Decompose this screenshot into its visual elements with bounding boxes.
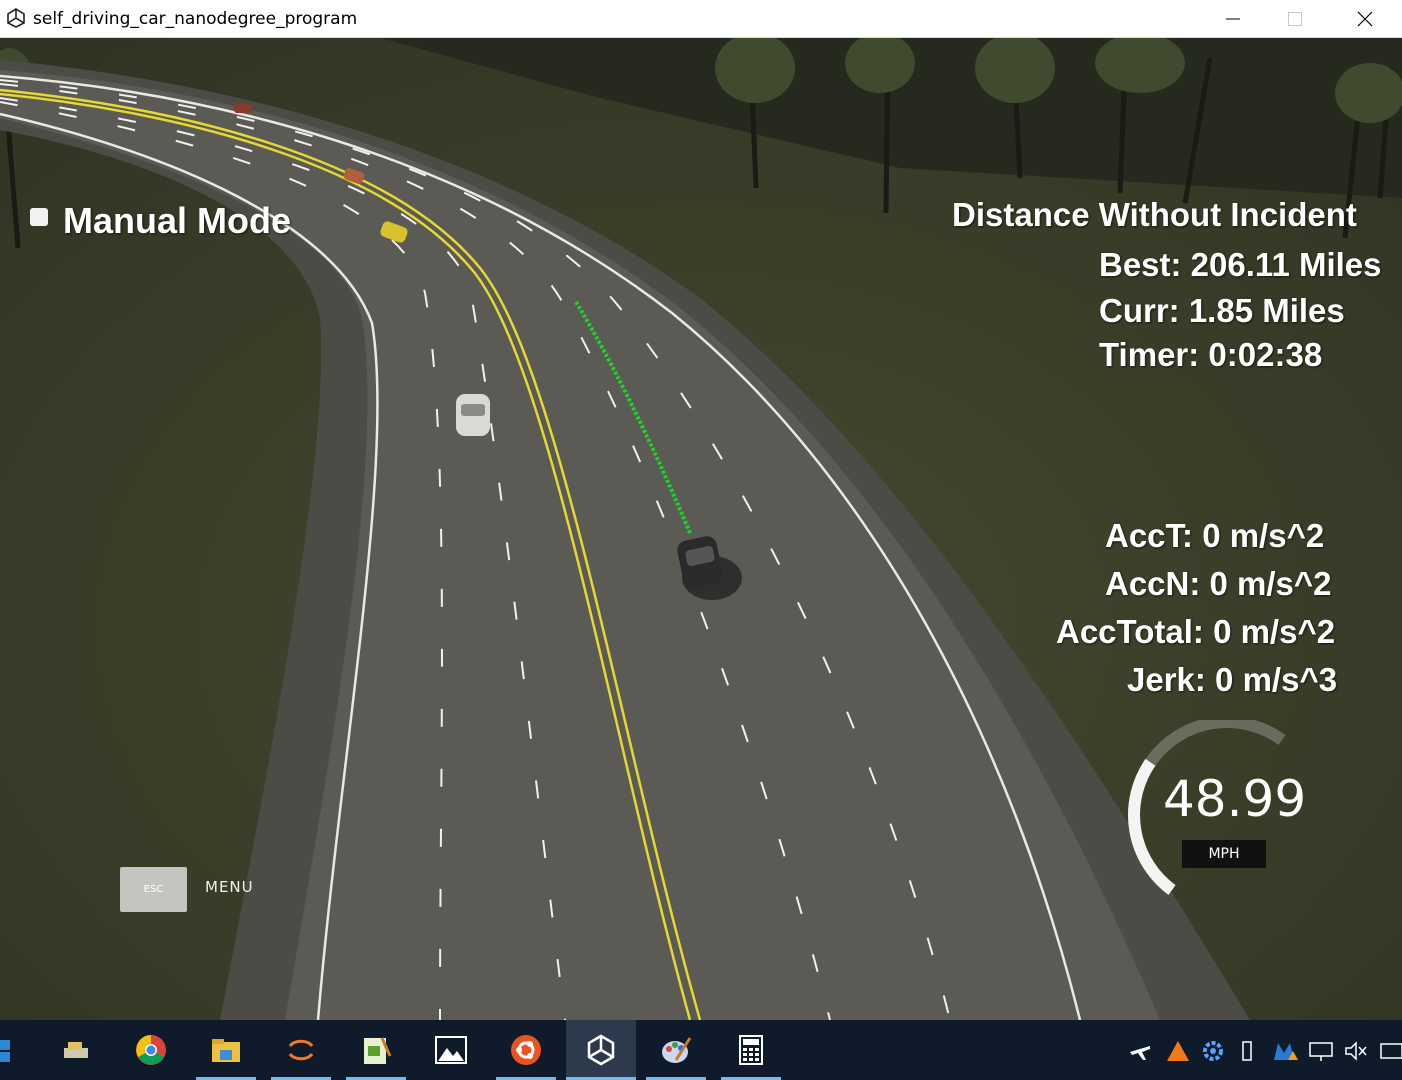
taskbar-photos[interactable] [421, 1020, 481, 1080]
jupyter-icon [288, 1039, 314, 1061]
minimize-icon [1226, 18, 1240, 20]
best-distance: Best: 206.11 Miles [1099, 246, 1382, 283]
taskbar-notepad[interactable] [346, 1020, 406, 1080]
current-distance: Curr: 1.85 Miles [1099, 292, 1345, 329]
distance-title: Distance Without Incident [952, 196, 1357, 233]
window-titlebar: self_driving_car_nanodegree_program [0, 0, 1402, 38]
taskbar-unity[interactable] [566, 1020, 636, 1080]
speed-unit: MPH [1182, 840, 1266, 868]
maximize-icon [1288, 12, 1302, 26]
windows-icon [0, 1040, 10, 1062]
malwarebytes-icon[interactable] [1272, 1040, 1298, 1062]
window-title: self_driving_car_nanodegree_program [33, 9, 358, 29]
jerk: Jerk: 0 m/s^3 [1127, 661, 1338, 698]
minimize-button[interactable] [1210, 0, 1256, 37]
taskbar-chrome[interactable] [121, 1020, 181, 1080]
white-car [456, 394, 490, 436]
taskbar [0, 1020, 1402, 1080]
close-button[interactable] [1342, 0, 1388, 37]
red-car [234, 104, 252, 113]
maximize-button[interactable] [1272, 0, 1318, 37]
acc-normal: AccN: 0 m/s^2 [1105, 565, 1332, 602]
keyboard-icon[interactable] [1380, 1040, 1402, 1062]
taskbar-jupyter[interactable] [271, 1020, 331, 1080]
avast-icon[interactable] [1166, 1040, 1190, 1062]
airplane-icon[interactable] [1128, 1040, 1152, 1062]
usb-icon[interactable] [1238, 1040, 1256, 1062]
acc-tangential: AccT: 0 m/s^2 [1105, 517, 1325, 554]
file-explorer-icon [212, 1039, 240, 1062]
paint-icon [662, 1037, 692, 1063]
taskbar-explorer[interactable] [196, 1020, 256, 1080]
timer: Timer: 0:02:38 [1099, 336, 1323, 373]
taskbar-installer[interactable] [46, 1020, 106, 1080]
calculator-icon [739, 1035, 763, 1065]
chrome-icon [136, 1035, 166, 1065]
mode-label: Manual Mode [63, 200, 292, 241]
volume-mute-icon[interactable] [1344, 1040, 1368, 1062]
unity-icon [7, 8, 25, 28]
notepad-icon [364, 1037, 392, 1064]
close-icon [1357, 11, 1373, 27]
installer-icon [64, 1042, 88, 1058]
menu-label[interactable]: MENU [205, 878, 254, 896]
start-button[interactable] [0, 1020, 20, 1080]
esc-button[interactable]: ESC [120, 867, 187, 912]
settings-icon[interactable] [1202, 1040, 1224, 1062]
acc-total: AccTotal: 0 m/s^2 [1056, 613, 1336, 650]
ubuntu-icon [511, 1035, 541, 1065]
mode-checkbox[interactable] [30, 208, 48, 226]
speed-value: 48.99 [1163, 770, 1307, 828]
network-icon[interactable] [1308, 1040, 1334, 1062]
taskbar-paint[interactable] [646, 1020, 706, 1080]
taskbar-ubuntu[interactable] [496, 1020, 556, 1080]
taskbar-calculator[interactable] [721, 1020, 781, 1080]
unity-icon [587, 1034, 615, 1066]
photos-icon [435, 1036, 467, 1064]
